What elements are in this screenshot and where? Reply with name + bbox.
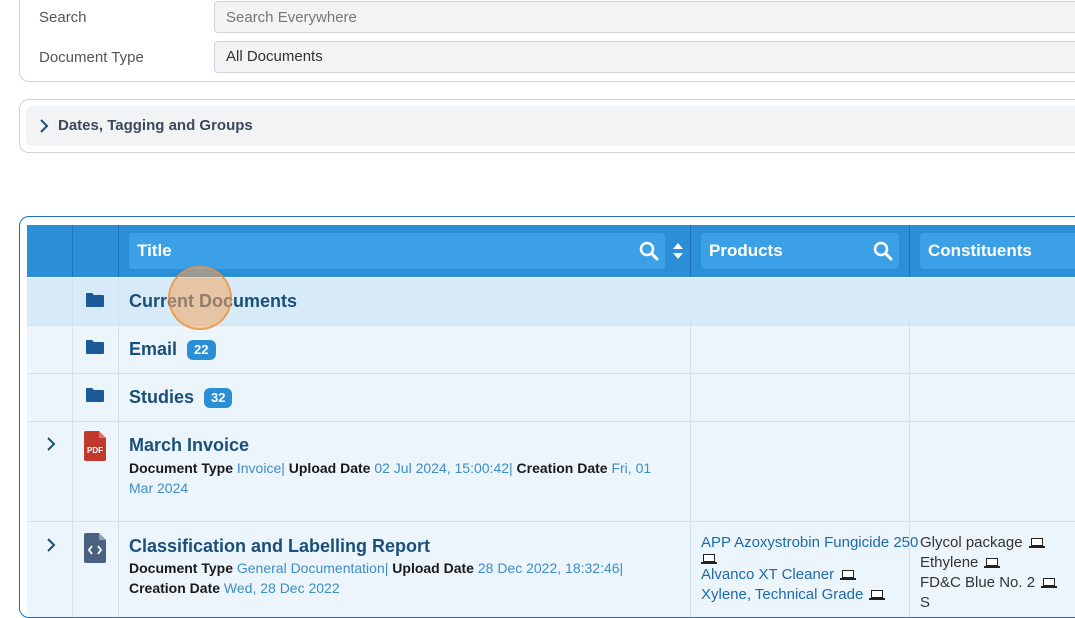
laptop-icon bbox=[984, 558, 1001, 568]
row-title[interactable]: Studies bbox=[129, 387, 194, 408]
laptop-icon bbox=[840, 570, 857, 580]
constituents-cell: Glycol package Ethylene FD&C Blue No. 2 … bbox=[920, 533, 1075, 613]
count-badge: 32 bbox=[204, 387, 233, 408]
products-column-header: Products bbox=[701, 233, 899, 269]
folder-icon bbox=[86, 293, 104, 307]
table-row[interactable]: PDF March Invoice Document Type Invoice|… bbox=[27, 422, 1075, 522]
svg-text:PDF: PDF bbox=[87, 446, 103, 455]
code-file-icon bbox=[84, 533, 106, 563]
laptop-icon bbox=[1028, 538, 1045, 548]
dates-tagging-groups-accordion: Dates, Tagging and Groups bbox=[19, 99, 1075, 153]
list-item: S bbox=[920, 594, 931, 611]
row-title[interactable]: Email bbox=[129, 339, 177, 360]
table-row[interactable]: Studies 32 bbox=[27, 374, 1075, 422]
document-type-row: Document Type All Documents bbox=[20, 41, 1075, 73]
products-column-label: Products bbox=[709, 241, 783, 260]
row-title[interactable]: Classification and Labelling Report bbox=[129, 536, 430, 557]
search-row: Search bbox=[20, 1, 1075, 33]
document-type-select[interactable]: All Documents bbox=[214, 41, 1075, 73]
chevron-right-icon bbox=[40, 119, 49, 133]
accordion-label: Dates, Tagging and Groups bbox=[58, 117, 253, 134]
products-cell: APP Azoxystrobin Fungicide 250 Alvanco X… bbox=[701, 533, 919, 605]
count-badge: 22 bbox=[187, 339, 216, 360]
laptop-icon bbox=[869, 590, 886, 600]
table-row[interactable]: Email 22 bbox=[27, 326, 1075, 374]
constituents-column-label: Constituents bbox=[928, 241, 1032, 260]
list-item: Ethylene bbox=[920, 553, 1075, 573]
table-row[interactable]: Classification and Labelling Report Docu… bbox=[27, 522, 1075, 617]
title-column-header: Title bbox=[129, 233, 665, 269]
documents-table: Title Products Constituents Current Docu… bbox=[19, 216, 1075, 618]
chevron-right-icon[interactable] bbox=[44, 536, 58, 554]
row-title[interactable]: March Invoice bbox=[129, 435, 249, 456]
accordion-toggle[interactable]: Dates, Tagging and Groups bbox=[26, 106, 1075, 146]
table-header: Title Products Constituents bbox=[27, 225, 1075, 277]
filter-panel: Search Document Type All Documents bbox=[19, 0, 1075, 82]
folder-icon bbox=[86, 388, 104, 402]
list-item: Glycol package bbox=[920, 533, 1075, 553]
laptop-icon bbox=[1041, 578, 1058, 588]
title-column-label: Title bbox=[137, 241, 172, 260]
list-item bbox=[701, 553, 901, 565]
document-type-label: Document Type bbox=[39, 49, 144, 66]
list-item: APP Azoxystrobin Fungicide 250 bbox=[701, 534, 919, 551]
laptop-icon bbox=[701, 554, 717, 564]
document-meta: Document Type General Documentation| Upl… bbox=[129, 560, 624, 596]
chevron-right-icon[interactable] bbox=[44, 435, 58, 453]
search-icon[interactable] bbox=[639, 241, 659, 261]
list-item: FD&C Blue No. 2 bbox=[920, 573, 1075, 593]
search-label: Search bbox=[39, 9, 87, 26]
document-meta: Document Type Invoice| Upload Date 02 Ju… bbox=[129, 460, 652, 496]
table-row[interactable]: Current Documents bbox=[27, 278, 1075, 326]
search-icon[interactable] bbox=[873, 241, 893, 261]
list-item: Xylene, Technical Grade bbox=[701, 585, 901, 605]
pdf-file-icon: PDF bbox=[84, 431, 106, 461]
row-title[interactable]: Current Documents bbox=[129, 291, 297, 312]
list-item: Alvanco XT Cleaner bbox=[701, 565, 901, 585]
constituents-column-header: Constituents bbox=[920, 233, 1075, 269]
sort-icon[interactable] bbox=[672, 242, 684, 260]
search-input[interactable] bbox=[214, 1, 1075, 33]
folder-icon bbox=[86, 340, 104, 354]
